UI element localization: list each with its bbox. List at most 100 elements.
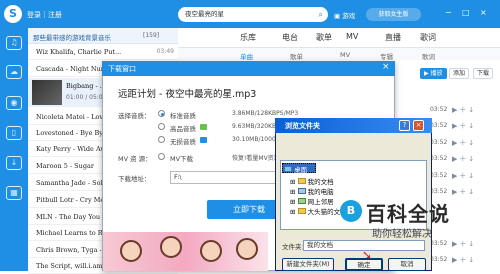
row-actions-icon[interactable]: ▶＋↓ xyxy=(452,154,476,164)
now-playing-time: 01:00 / 05:03 xyxy=(66,94,107,101)
tree-item-label: 我的电脑 xyxy=(307,188,334,196)
search-value: 夜空最亮的星 xyxy=(185,10,224,18)
tree-item-network[interactable]: ⊞ 网上邻居 xyxy=(290,196,334,206)
subtab-lyrics[interactable]: 歌词 xyxy=(422,51,435,61)
quality-standard-label: 标准音质 xyxy=(170,112,196,120)
subtab-playlists[interactable]: 歌单 xyxy=(290,51,303,61)
tree-item-computer[interactable]: ⊞ 我的电脑 xyxy=(290,186,334,196)
download-button[interactable]: 下载 xyxy=(473,68,494,79)
quality-label: 选择音质： xyxy=(118,112,151,120)
games-label: 游戏 xyxy=(342,12,356,20)
mv-download-label: MV下载 xyxy=(170,155,194,163)
app-logo: S xyxy=(4,5,22,23)
apps-icon[interactable]: ▦ xyxy=(6,186,22,200)
album-cover xyxy=(32,80,62,105)
song-duration: 03:52 xyxy=(430,122,448,129)
help-button[interactable]: ? xyxy=(399,120,410,131)
quality-lossless-label: 无损音质 xyxy=(170,138,196,146)
row-actions-icon[interactable]: ▶＋↓ xyxy=(452,138,476,148)
tree-item-desktop[interactable]: 桌面 xyxy=(284,164,307,174)
row-actions-icon[interactable]: ▶＋↓ xyxy=(452,239,476,249)
row-actions-icon[interactable]: ▶＋↓ xyxy=(452,105,476,115)
row-actions-icon[interactable]: ▶＋↓ xyxy=(452,255,476,265)
quality-high-radio[interactable] xyxy=(158,123,165,130)
subtab-albums[interactable]: 专辑 xyxy=(380,51,393,61)
watermark-title: 百科全说 xyxy=(366,202,450,226)
add-button[interactable]: 添加 xyxy=(449,68,470,79)
row-actions-icon[interactable]: ▶＋↓ xyxy=(452,187,476,197)
browse-dialog-title: 浏览文件夹 xyxy=(285,122,320,130)
mv-hint: 恢复!看量MV资源 xyxy=(232,155,280,162)
minimize-button[interactable]: − xyxy=(445,8,452,17)
song-title: Wiz Khalifa, Charlie Put... xyxy=(36,48,122,56)
download-icon[interactable]: ↓ xyxy=(6,156,22,170)
tab-live[interactable]: 直播 xyxy=(385,32,401,43)
table-row[interactable]: 03:52 ▶＋↓ xyxy=(430,120,500,134)
song-duration: 03:52 xyxy=(430,188,448,195)
mv-label: MV 资 源： xyxy=(118,155,152,163)
banner-face-image xyxy=(200,240,222,262)
mv-download-checkbox[interactable] xyxy=(158,153,165,160)
tab-mv[interactable]: MV xyxy=(346,32,358,41)
song-duration: 03:52 xyxy=(430,172,448,179)
quality-standard-radio[interactable] xyxy=(158,110,165,117)
desktop-icon xyxy=(284,166,292,172)
tree-item-label: 网上邻居 xyxy=(307,198,334,206)
list-item[interactable]: Wiz Khalifa, Charlie Put... 03:49 xyxy=(28,45,178,60)
cloud-icon[interactable]: ☁ xyxy=(6,65,22,79)
table-row[interactable]: 03:52 ▶＋↓ xyxy=(430,254,500,268)
table-row[interactable]: 03:52 ▶＋↓ xyxy=(430,104,500,118)
cancel-button[interactable]: 取消 xyxy=(388,258,426,271)
games-link[interactable]: ▣ 游戏 xyxy=(334,10,355,20)
row-actions-icon[interactable]: ▶＋↓ xyxy=(452,171,476,181)
watermark-subtitle: 助你轻松解决 xyxy=(372,229,432,240)
close-icon[interactable]: × xyxy=(382,62,390,72)
phone-icon[interactable]: ▯ xyxy=(6,126,22,140)
banner-face-image xyxy=(160,236,182,258)
watermark-logo: B xyxy=(340,200,362,222)
subtab-mv[interactable]: MV xyxy=(340,51,350,59)
network-icon xyxy=(297,198,306,204)
song-duration: 03:52 xyxy=(430,155,448,162)
folder-icon xyxy=(297,208,306,214)
song-duration: 03:49 xyxy=(156,48,174,55)
maximize-button[interactable]: □ xyxy=(462,8,470,17)
quality-lossless-radio[interactable] xyxy=(158,136,165,143)
tab-radio[interactable]: 电台 xyxy=(282,32,298,43)
login-link[interactable]: 登录｜注册 xyxy=(27,10,62,20)
search-icon[interactable]: ⌕ xyxy=(319,7,323,22)
search-input[interactable]: 夜空最亮的星 ⌕ xyxy=(178,7,328,22)
song-duration: 03:52 xyxy=(430,139,448,146)
download-dialog-titlebar[interactable] xyxy=(102,61,395,76)
tree-item-user-files[interactable]: ⊞ 大头猫的文件 xyxy=(290,206,347,216)
tab-library[interactable]: 乐库 xyxy=(240,32,256,43)
radio-icon[interactable]: ◉ xyxy=(6,96,22,110)
new-folder-button[interactable]: 新建文件夹(M) xyxy=(282,258,334,271)
tab-lyrics[interactable]: 歌词 xyxy=(420,32,436,43)
music-note-icon[interactable]: ♫ xyxy=(6,36,22,50)
sq-badge-icon xyxy=(200,137,207,143)
close-icon[interactable]: × xyxy=(413,120,424,131)
table-row[interactable]: 03:52 ▶＋↓ xyxy=(430,153,500,167)
playlist-count: [159] xyxy=(143,32,160,39)
download-dialog-title: 下载窗口 xyxy=(108,65,136,73)
banner-face-image xyxy=(236,238,258,260)
user-version-button[interactable]: 获取女生版 xyxy=(366,8,421,21)
song-duration: 03:52 xyxy=(430,240,448,247)
song-duration: 03:52 xyxy=(430,106,448,113)
play-button[interactable]: ▶ 播放 xyxy=(420,68,447,79)
table-row[interactable]: 03:52 ▶＋↓ xyxy=(430,238,500,252)
song-duration: 03:52 xyxy=(430,256,448,263)
tree-item-label: 桌面 xyxy=(294,166,308,174)
now-playing-title: Bigbang - ... xyxy=(66,82,106,90)
tree-item-documents[interactable]: ⊞ 我的文档 xyxy=(290,176,334,186)
path-label: 下载地址： xyxy=(118,175,151,183)
row-actions-icon[interactable]: ▶＋↓ xyxy=(452,121,476,131)
subtab-songs[interactable]: 单曲 xyxy=(240,51,253,61)
tab-playlists[interactable]: 歌单 xyxy=(316,32,332,43)
table-row[interactable]: 03:52 ▶＋↓ xyxy=(430,170,500,184)
playlist-title[interactable]: 那些最带感的游戏背景音乐 xyxy=(33,32,138,42)
computer-icon xyxy=(297,188,306,194)
table-row[interactable]: 03:52 ▶＋↓ xyxy=(430,137,500,151)
close-button[interactable]: × xyxy=(480,8,487,17)
